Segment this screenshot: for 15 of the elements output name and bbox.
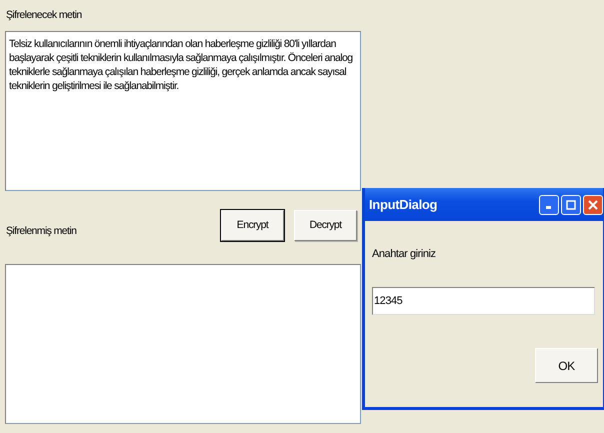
key-input-field[interactable]: 12345 [372, 287, 595, 315]
window-title: InputDialog [369, 197, 438, 212]
source-text-field[interactable]: Telsiz kullanıcılarının önemli ihtiyaçlarından olan haberleşme gizliliği 80'li yıllardan başlayarak çeşitli tekniklerin kullanılmasıyla sağlanmaya çalışılmıştır. Önceleri analog tekniklerle sağlanmaya çalışılan haberleşme gizliliği, gerçek anlamda ancak sayısal tekniklerin geliştirilmesi ile sağlanabilmiştir. [5, 31, 361, 191]
minimize-button[interactable] [539, 194, 559, 214]
action-button[interactable]: Decrypt [294, 210, 357, 240]
action-button[interactable]: Encrypt [221, 210, 284, 240]
maximize-button[interactable] [561, 194, 581, 214]
source-label: Şifrelenecek metin [5, 8, 83, 23]
maximize-icon [566, 200, 576, 210]
result-label: Şifrelenmiş metin [5, 224, 78, 237]
ok-button[interactable]: OK [535, 348, 598, 383]
close-button[interactable] [583, 194, 603, 214]
close-icon [588, 200, 598, 210]
result-text-field[interactable] [5, 264, 361, 424]
prompt-label: Anahtar giriniz [372, 248, 437, 262]
